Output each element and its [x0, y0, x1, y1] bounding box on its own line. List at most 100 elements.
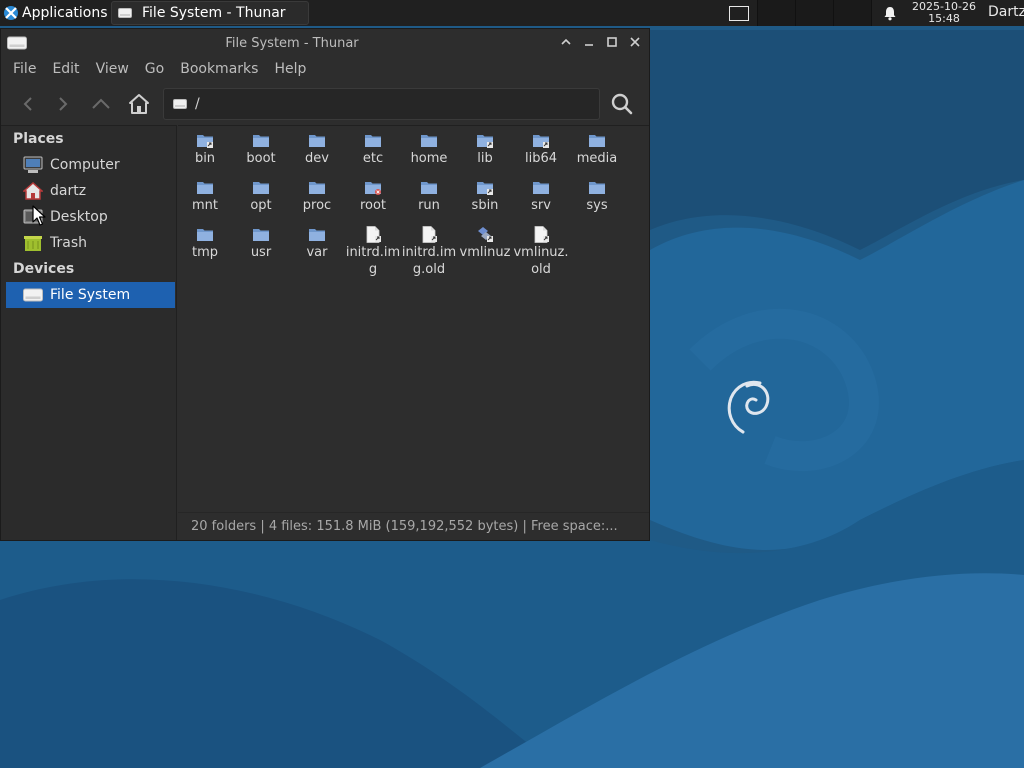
- file-item[interactable]: initrd.img.old: [401, 226, 457, 278]
- mouse-cursor-icon: [32, 205, 46, 226]
- file-item[interactable]: initrd.img: [345, 226, 401, 278]
- file-name: media: [576, 151, 618, 166]
- file-item[interactable]: opt: [233, 179, 289, 214]
- workspace-3[interactable]: [796, 0, 834, 26]
- file-name: initrd.img: [345, 245, 401, 277]
- home-button[interactable]: [126, 91, 152, 117]
- file-item[interactable]: run: [401, 179, 457, 214]
- file-name: vmlinuz.old: [513, 245, 569, 277]
- back-button[interactable]: [15, 91, 41, 117]
- menu-go[interactable]: Go: [137, 61, 172, 77]
- menu-file[interactable]: File: [5, 61, 44, 77]
- applications-menu-button[interactable]: Applications ⋮: [0, 0, 128, 26]
- file-item[interactable]: etc: [345, 132, 401, 167]
- folder-icon: [345, 179, 401, 196]
- home-icon: [129, 94, 149, 114]
- forward-icon: [59, 97, 68, 111]
- file-item[interactable]: lib: [457, 132, 513, 167]
- chevron-up-icon[interactable]: [559, 35, 573, 49]
- file-name: proc: [302, 198, 332, 213]
- file-icon: [345, 226, 401, 243]
- file-item[interactable]: vmlinuz: [457, 226, 513, 261]
- file-name: var: [306, 245, 328, 260]
- maximize-icon[interactable]: [605, 35, 619, 49]
- sidebar-item-desktop[interactable]: Desktop: [1, 204, 176, 230]
- applications-label: Applications: [22, 5, 108, 21]
- file-item[interactable]: mnt: [177, 179, 233, 214]
- computer-icon: [23, 156, 43, 173]
- sidebar-item-computer[interactable]: Computer: [1, 152, 176, 178]
- menu-help[interactable]: Help: [266, 61, 314, 77]
- file-name: run: [418, 198, 440, 213]
- file-item[interactable]: sbin: [457, 179, 513, 214]
- file-name: root: [359, 198, 387, 213]
- file-item[interactable]: vmlinuz.old: [513, 226, 569, 278]
- file-item[interactable]: root: [345, 179, 401, 214]
- file-item[interactable]: srv: [513, 179, 569, 214]
- menu-edit[interactable]: Edit: [44, 61, 87, 77]
- drive-icon: [23, 288, 43, 302]
- taskbar-button-thunar[interactable]: File System - Thunar: [111, 1, 309, 25]
- file-item[interactable]: boot: [233, 132, 289, 167]
- file-item[interactable]: tmp: [177, 226, 233, 261]
- workspace-2[interactable]: [758, 0, 796, 26]
- file-item[interactable]: sys: [569, 179, 625, 214]
- file-name: opt: [250, 198, 272, 213]
- folder-icon: [457, 132, 513, 149]
- window-content: Places Computer dartz Desktop Trash Devi…: [1, 125, 649, 540]
- file-view[interactable]: bin boot dev etc home lib lib64 media mnt opt proc…: [178, 125, 649, 512]
- thunar-window: File System - Thunar File Edit View Go B…: [0, 28, 650, 541]
- drive-icon: [173, 99, 187, 109]
- folder-icon: [513, 132, 569, 149]
- sidebar-item-dartz[interactable]: dartz: [1, 178, 176, 204]
- folder-icon: [233, 179, 289, 196]
- clock-time: 15:48: [928, 12, 960, 25]
- folder-icon: [289, 226, 345, 243]
- workspace-4[interactable]: [834, 0, 872, 26]
- user-menu[interactable]: Dartz: [988, 4, 1024, 20]
- location-bar[interactable]: /: [163, 88, 600, 120]
- places-heading: Places: [13, 131, 64, 147]
- file-item[interactable]: lib64: [513, 132, 569, 167]
- file-item[interactable]: usr: [233, 226, 289, 261]
- file-item[interactable]: bin: [177, 132, 233, 167]
- file-item[interactable]: var: [289, 226, 345, 261]
- folder-icon: [177, 132, 233, 149]
- window-title: File System - Thunar: [225, 36, 359, 51]
- status-bar: 20 folders | 4 files: 151.8 MiB (159,192…: [178, 512, 649, 540]
- file-item[interactable]: home: [401, 132, 457, 167]
- sidebar-item-trash[interactable]: Trash: [1, 230, 176, 256]
- sidebar: Places Computer dartz Desktop Trash Devi…: [1, 125, 177, 540]
- file-item[interactable]: proc: [289, 179, 345, 214]
- workspace-1[interactable]: [720, 0, 758, 26]
- file-name: sys: [586, 198, 608, 213]
- toolbar: /: [1, 81, 649, 127]
- trash-icon: [24, 236, 42, 251]
- minimize-icon[interactable]: [582, 35, 596, 49]
- close-icon[interactable]: [628, 35, 642, 49]
- sidebar-item-file-system[interactable]: File System: [6, 282, 175, 308]
- forward-button[interactable]: [50, 91, 76, 117]
- search-button[interactable]: [609, 91, 635, 117]
- panel-clock[interactable]: 2025-10-26 15:48: [906, 1, 982, 25]
- drive-icon: [118, 8, 132, 18]
- folder-icon: [569, 132, 625, 149]
- menu-view[interactable]: View: [88, 61, 137, 77]
- folder-icon: [177, 179, 233, 196]
- back-icon: [23, 97, 32, 111]
- up-button[interactable]: [88, 91, 114, 117]
- folder-icon: [401, 179, 457, 196]
- file-icon: [513, 226, 569, 243]
- file-item[interactable]: dev: [289, 132, 345, 167]
- menu-bookmarks[interactable]: Bookmarks: [172, 61, 266, 77]
- file-item[interactable]: media: [569, 132, 625, 167]
- file-name: etc: [362, 151, 384, 166]
- bell-icon[interactable]: [882, 5, 898, 21]
- taskbar-button-label: File System - Thunar: [142, 5, 286, 21]
- window-titlebar[interactable]: File System - Thunar: [1, 29, 649, 57]
- file-icon: [401, 226, 457, 243]
- folder-icon: [233, 132, 289, 149]
- file-name: dev: [305, 151, 329, 166]
- folder-icon: [345, 132, 401, 149]
- sidebar-item-label: Trash: [50, 235, 87, 251]
